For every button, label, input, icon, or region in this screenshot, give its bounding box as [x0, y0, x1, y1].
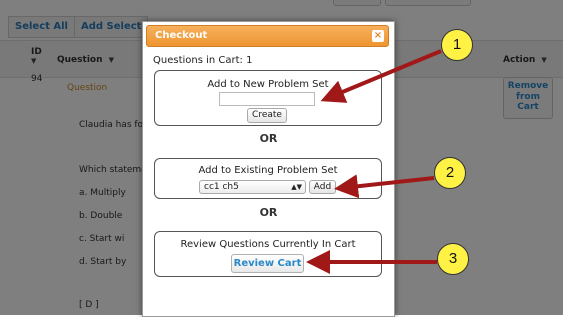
annotation-arrows [306, 49, 442, 274]
arrow-2 [334, 174, 435, 199]
callout-1: 1 [441, 29, 473, 61]
callout-3: 3 [437, 243, 469, 275]
arrow-1 [320, 49, 442, 103]
callout-2: 2 [434, 157, 466, 189]
